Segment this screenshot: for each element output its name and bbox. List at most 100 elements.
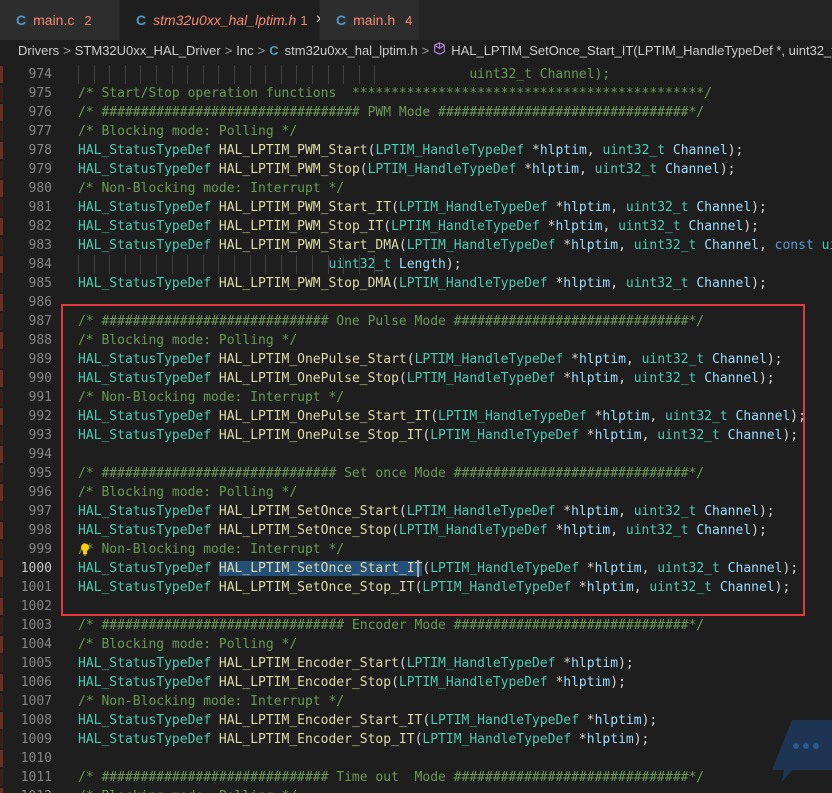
code-token: * — [516, 162, 532, 177]
indent-guide — [171, 65, 173, 84]
code-token: * — [555, 238, 572, 253]
code-token: HAL_StatusTypeDef — [78, 219, 212, 234]
indent-guide — [124, 65, 126, 84]
code-token: * — [578, 713, 595, 728]
code-text: HAL_StatusTypeDef HAL_LPTIM_PWM_Start(LP… — [78, 141, 743, 160]
code-token: uint32_t — [665, 409, 728, 424]
code-token: HAL_LPTIM_PWM_Start_DMA — [218, 238, 399, 253]
code-token: ); — [751, 276, 767, 291]
code-token: HAL_StatusTypeDef — [78, 143, 212, 158]
code-text: HAL_StatusTypeDef HAL_LPTIM_Encoder_Star… — [78, 654, 634, 673]
code-token: LPTIM_HandleTypeDef — [367, 162, 517, 177]
breadcrumb-file[interactable]: stm32u0xx_hal_lptim.h — [285, 43, 418, 58]
code-token: Channel — [665, 162, 720, 177]
chevron-right-icon: > — [257, 42, 266, 58]
code-token: * — [578, 428, 595, 443]
code-token: HAL_StatusTypeDef — [78, 504, 212, 519]
code-token: HAL_StatusTypeDef — [78, 238, 212, 253]
line-number: 1005 — [20, 656, 52, 671]
code-token: /* Blocking mode: Polling */ — [78, 333, 298, 348]
code-token: LPTIM_HandleTypeDef — [406, 371, 556, 386]
code-token: hlptim — [563, 523, 611, 538]
lightbulb-icon[interactable] — [80, 543, 90, 556]
code-token: ); — [751, 200, 767, 215]
code-token: HAL_LPTIM_SetOnce_Stop_IT — [218, 580, 415, 595]
tab-main-h[interactable]: Cmain.h 4 — [320, 0, 420, 40]
code-token: HAL_StatusTypeDef — [78, 428, 212, 443]
code-token: HAL_StatusTypeDef — [78, 371, 212, 386]
code-token: /* ############################## Set on… — [78, 466, 705, 481]
code-text: /* Blocking mode: Polling */ — [78, 331, 297, 350]
indent-guide — [374, 65, 376, 84]
code-token: HAL_LPTIM_OnePulse_Stop_IT — [218, 428, 423, 443]
code-token: , — [610, 523, 626, 538]
line-number: 995 — [28, 466, 52, 481]
code-token: HAL_LPTIM_OnePulse_Stop — [218, 371, 399, 386]
code-token: LPTIM_HandleTypeDef — [406, 656, 556, 671]
line-number: 979 — [28, 162, 52, 177]
line-number: 1001 — [20, 580, 52, 595]
code-token: * — [555, 656, 572, 671]
code-token: HAL_StatusTypeDef — [78, 523, 212, 538]
code-token: HAL_StatusTypeDef — [78, 580, 212, 595]
indent-guide — [109, 255, 111, 274]
code-token: ( — [359, 162, 368, 177]
tab-main-c[interactable]: Cmain.c 2 — [0, 0, 120, 40]
code-text: HAL_StatusTypeDef HAL_LPTIM_SetOnce_Star… — [78, 559, 798, 578]
code-token: * — [547, 675, 564, 690]
indent-guide — [93, 65, 95, 84]
code-token: HAL_LPTIM_SetOnce_Start — [218, 504, 399, 519]
code-token: * — [539, 219, 556, 234]
code-text: /* Non-Blocking mode: Interrupt */ — [78, 388, 344, 407]
code-editor[interactable]: 974 uint32_t Channel); 975 /* Start/Stop o… — [0, 60, 832, 793]
problem-count-badge: 4 — [405, 12, 413, 28]
tab-stm32u0xx-hal-lptim-h[interactable]: Cstm32u0xx_hal_lptim.h1× — [120, 0, 325, 40]
chevron-right-icon: > — [63, 42, 71, 58]
c-file-icon: C — [16, 12, 27, 28]
indent-guide — [109, 65, 111, 84]
code-token: HAL_LPTIM_OnePulse_Start — [218, 352, 407, 367]
breadcrumb-item-drivers[interactable]: Drivers — [18, 43, 59, 58]
code-token: uint32_t — [625, 200, 689, 215]
code-text: HAL_StatusTypeDef HAL_LPTIM_OnePulse_Sta… — [78, 407, 806, 426]
code-token: ); — [766, 352, 783, 367]
code-text: HAL_StatusTypeDef HAL_LPTIM_Encoder_Star… — [78, 711, 657, 730]
indent-guide — [171, 255, 173, 274]
code-token: Length — [398, 257, 446, 272]
code-text: HAL_StatusTypeDef HAL_LPTIM_SetOnce_Stop… — [78, 578, 790, 597]
code-token: ); — [751, 523, 767, 538]
line-number: 997 — [28, 504, 52, 519]
breadcrumb-item-stm32u0xx-hal-driver[interactable]: STM32U0xx_HAL_Driver — [75, 43, 221, 58]
code-token: hlptim — [531, 162, 579, 177]
cube-icon — [433, 42, 446, 58]
text-cursor — [417, 560, 419, 577]
line-number: 998 — [28, 523, 52, 538]
code-token: ); — [719, 162, 736, 177]
code-text: /* ############################## Set on… — [78, 464, 704, 483]
code-token: Channel — [696, 276, 752, 291]
code-token: Channel — [688, 219, 744, 234]
code-text: HAL_StatusTypeDef HAL_LPTIM_OnePulse_Sto… — [78, 369, 775, 388]
line-number: 1009 — [20, 732, 52, 747]
indent-guide — [78, 255, 79, 274]
code-token: ); — [727, 143, 744, 158]
code-token: LPTIM_HandleTypeDef — [430, 428, 579, 443]
code-text: HAL_StatusTypeDef HAL_LPTIM_PWM_Start_DM… — [78, 236, 832, 255]
code-token: hlptim — [571, 504, 619, 519]
indent-guide — [202, 255, 204, 274]
indent-guide — [265, 255, 267, 274]
breadcrumb-item-inc[interactable]: Inc — [236, 43, 253, 58]
code-token: ); — [743, 219, 759, 234]
code-token: uint32_t — [633, 238, 697, 253]
code-token: , — [618, 504, 634, 519]
line-number: 975 — [28, 86, 52, 101]
code-token: hlptim — [563, 200, 611, 215]
breadcrumb-symbol[interactable]: HAL_LPTIM_SetOnce_Start_IT(LPTIM_HandleT… — [451, 43, 832, 58]
